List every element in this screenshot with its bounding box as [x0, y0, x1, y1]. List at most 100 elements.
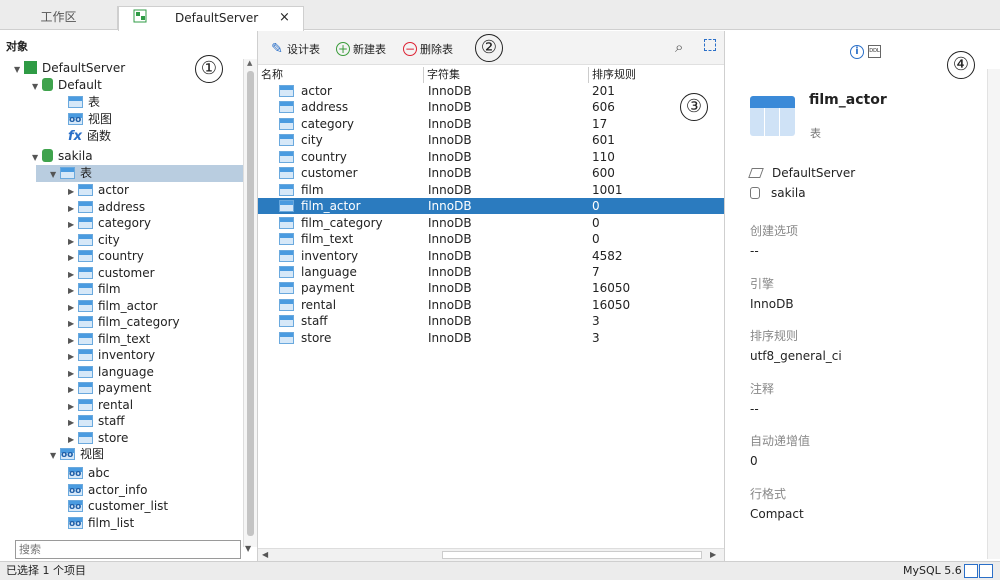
chevron-down-icon[interactable]: ▼: [50, 448, 60, 464]
table-row[interactable]: country InnoDB 110: [258, 149, 724, 165]
column-header-name[interactable]: 名称: [258, 67, 283, 83]
close-icon[interactable]: ×: [279, 7, 290, 29]
annotation-2: ②: [475, 34, 503, 62]
tab-defaultserver[interactable]: DefaultServer ×: [118, 6, 304, 31]
table-row[interactable]: film_text InnoDB 0: [258, 231, 724, 247]
table-row[interactable]: inventory InnoDB 4582: [258, 248, 724, 264]
tree-item-view[interactable]: customer_list: [68, 498, 168, 514]
fullscreen-icon[interactable]: [704, 39, 716, 51]
annotation-3: ③: [680, 93, 708, 121]
layout-icon[interactable]: [964, 564, 978, 578]
row-charset-cell: InnoDB: [428, 248, 472, 263]
tree-item-table[interactable]: ▶ film_text: [68, 331, 150, 347]
tree-item-table[interactable]: ▶ actor: [68, 182, 129, 198]
table-icon: [279, 282, 294, 295]
scrollbar-thumb[interactable]: [442, 551, 702, 559]
tree-item-table[interactable]: ▶ staff: [68, 413, 125, 429]
column-header-charset[interactable]: 字符集: [423, 67, 460, 83]
chevron-down-icon[interactable]: ▼: [32, 79, 42, 95]
table-row[interactable]: store InnoDB 3: [258, 330, 724, 346]
tree-item-view[interactable]: film_list: [68, 515, 134, 531]
tree-item-view[interactable]: actor_info: [68, 482, 147, 498]
tree-item-sakila-views[interactable]: ▼视图: [50, 446, 104, 462]
tree-item-sakila-tables[interactable]: ▼ 表: [50, 165, 92, 181]
new-table-button[interactable]: + 新建表: [336, 41, 386, 57]
scroll-up-icon[interactable]: ▲: [247, 59, 252, 67]
table-icon: [68, 96, 83, 108]
table-row[interactable]: staff InnoDB 3: [258, 313, 724, 329]
tree-item-table[interactable]: ▶ customer: [68, 265, 155, 281]
tree-item-table[interactable]: ▶ language: [68, 364, 154, 380]
view-icon: [68, 467, 83, 479]
info-icon[interactable]: i: [850, 45, 864, 59]
detail-label: 行格式: [750, 486, 787, 501]
table-row[interactable]: customer InnoDB 600: [258, 165, 724, 181]
tree-item-table[interactable]: ▶ film_actor: [68, 298, 158, 314]
chevron-down-icon[interactable]: ▼: [50, 167, 60, 183]
table-icon: [279, 315, 294, 328]
annotation-1: ①: [195, 55, 223, 83]
ddl-icon[interactable]: DDL: [868, 45, 881, 58]
column-header-collation[interactable]: 排序规则: [588, 67, 636, 83]
row-charset-cell: InnoDB: [428, 232, 472, 247]
tree-item-view[interactable]: abc: [68, 465, 110, 481]
tree-item-table[interactable]: ▶ category: [68, 215, 151, 231]
table-icon: [78, 200, 93, 213]
server-icon: [24, 61, 37, 74]
table-row[interactable]: actor InnoDB 201: [258, 83, 724, 99]
server-icon: [748, 168, 764, 178]
table-row[interactable]: address InnoDB 606: [258, 99, 724, 115]
table-icon: [78, 415, 93, 427]
tree-scrollbar[interactable]: ▲: [243, 59, 257, 547]
tree-item-default-views[interactable]: 视图: [68, 111, 112, 127]
tree-item-table[interactable]: ▶ address: [68, 199, 145, 215]
scrollbar-thumb[interactable]: [247, 71, 254, 536]
panel-icon[interactable]: [979, 564, 993, 578]
tree-item-default-functions[interactable]: fx 函数: [68, 128, 111, 144]
row-collation-cell: 0: [592, 199, 600, 214]
search-icon[interactable]: ⌕: [675, 38, 683, 56]
search-input[interactable]: [15, 540, 241, 559]
scroll-left-icon[interactable]: ◀: [262, 550, 268, 559]
object-type: 表: [810, 127, 821, 140]
table-icon: [279, 150, 294, 163]
detail-scrollbar[interactable]: [987, 69, 1000, 559]
chevron-down-icon[interactable]: ▼: [14, 62, 24, 78]
object-name: film_actor: [809, 92, 887, 108]
table-row[interactable]: film_category InnoDB 0: [258, 215, 724, 231]
table-row[interactable]: category InnoDB 17: [258, 116, 724, 132]
table-row[interactable]: city InnoDB 601: [258, 132, 724, 148]
horizontal-scrollbar[interactable]: ◀ ▶: [258, 548, 724, 561]
row-collation-cell: 17: [592, 116, 608, 131]
pencil-icon: ✎: [271, 41, 283, 57]
tree-item-server[interactable]: ▼ DefaultServer: [14, 60, 125, 76]
tree-item-db-default[interactable]: ▼ Default: [32, 77, 102, 93]
tree-item-default-tables[interactable]: 表: [68, 94, 100, 110]
detail-value: utf8_general_ci: [750, 349, 842, 363]
delete-table-button[interactable]: − 删除表: [403, 41, 453, 57]
row-collation-cell: 3: [592, 314, 600, 329]
tab-workspace[interactable]: 工作区: [0, 6, 118, 30]
tree-item-table[interactable]: ▶ film: [68, 281, 121, 297]
table-icon: [279, 265, 294, 278]
tree-item-table[interactable]: ▶ film_category: [68, 314, 180, 330]
tree-item-table[interactable]: ▶ inventory: [68, 347, 155, 363]
scroll-right-icon[interactable]: ▶: [710, 550, 716, 559]
table-row[interactable]: payment InnoDB 16050: [258, 280, 724, 296]
tree-item-table[interactable]: ▶ rental: [68, 397, 133, 413]
chevron-down-icon[interactable]: ▼: [32, 150, 42, 166]
tree-item-table[interactable]: ▶ store: [68, 430, 128, 446]
tree-item-table[interactable]: ▶ country: [68, 248, 144, 264]
table-row[interactable]: rental InnoDB 16050: [258, 297, 724, 313]
table-row[interactable]: film InnoDB 1001: [258, 182, 724, 198]
tree-item-table[interactable]: ▶ city: [68, 232, 120, 248]
design-table-button[interactable]: ✎ 设计表: [270, 41, 320, 57]
chevron-down-icon[interactable]: ▼: [245, 544, 251, 553]
table-row[interactable]: film_actor InnoDB 0: [258, 198, 724, 215]
table-icon: [78, 266, 93, 279]
tree-item-db-sakila[interactable]: ▼ sakila: [32, 148, 93, 164]
tree-item-table[interactable]: ▶ payment: [68, 380, 151, 396]
view-icon: [68, 483, 83, 496]
row-charset-cell: InnoDB: [428, 84, 472, 98]
table-row[interactable]: language InnoDB 7: [258, 264, 724, 280]
